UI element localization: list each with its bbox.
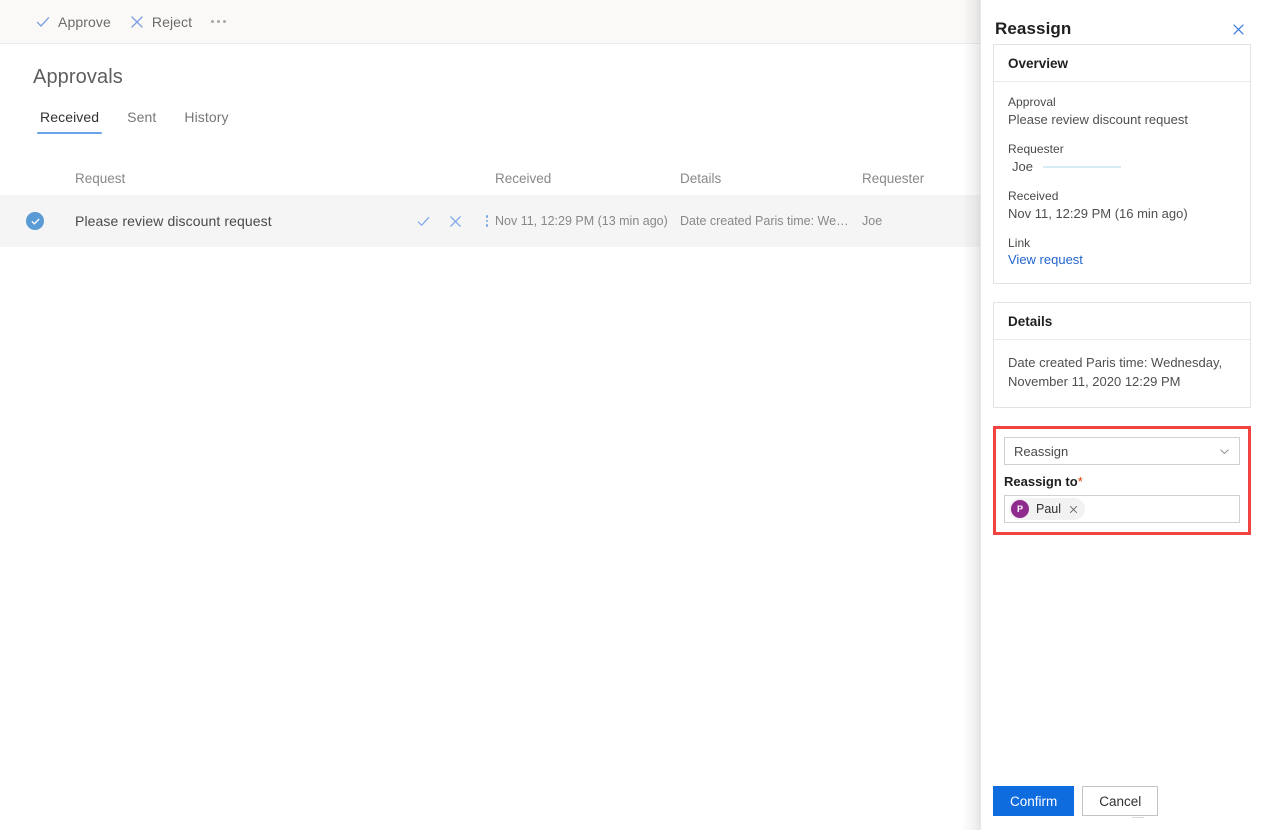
table-body: Please review discount request Nov 11, 1… bbox=[0, 195, 980, 247]
checkmark-icon bbox=[35, 14, 51, 30]
panel-header: Reassign bbox=[981, 0, 1263, 44]
requester-value: Joe bbox=[1012, 159, 1033, 174]
approvals-main-area: Approve Reject Approvals Received Sent H… bbox=[0, 0, 980, 830]
dot bbox=[485, 224, 489, 227]
table-row[interactable]: Please review discount request Nov 11, 1… bbox=[0, 195, 980, 247]
command-bar: Approve Reject bbox=[0, 0, 980, 44]
avatar: P bbox=[1011, 500, 1029, 518]
tab-sent[interactable]: Sent bbox=[113, 105, 170, 134]
requester-row: Joe bbox=[1008, 158, 1236, 175]
reassign-action-value: Reassign bbox=[1014, 443, 1069, 459]
reassign-to-text: Reassign to bbox=[1004, 474, 1078, 489]
panel-body: Overview Approval Please review discount… bbox=[981, 44, 1263, 786]
reassign-action-dropdown[interactable]: Reassign bbox=[1004, 437, 1240, 465]
row-details-text: Date created Paris time: Wednesday,... bbox=[680, 214, 862, 228]
reassign-people-picker[interactable]: P Paul bbox=[1004, 495, 1240, 523]
reject-button[interactable]: Reject bbox=[120, 6, 201, 38]
panel-title: Reassign bbox=[995, 19, 1072, 38]
reassign-highlight-box: Reassign Reassign to* P Paul bbox=[993, 426, 1251, 535]
approve-label: Approve bbox=[58, 13, 111, 30]
required-asterisk: * bbox=[1077, 474, 1083, 489]
tab-history[interactable]: History bbox=[170, 105, 242, 134]
dot bbox=[210, 20, 214, 23]
table-header-row: Request Received Details Requester bbox=[0, 161, 980, 195]
dot bbox=[485, 215, 489, 218]
row-select-checkbox[interactable] bbox=[26, 212, 75, 230]
reassign-to-label: Reassign to* bbox=[1004, 474, 1240, 489]
close-icon[interactable] bbox=[1227, 18, 1249, 40]
column-header-received: Received bbox=[495, 170, 552, 186]
field-requester: Requester Joe bbox=[1008, 142, 1236, 175]
row-received-time: Nov 11, 12:29 PM (13 min ago) bbox=[495, 214, 668, 228]
dot bbox=[485, 219, 489, 223]
row-requester-name: Joe bbox=[862, 214, 883, 228]
page-title: Approvals bbox=[33, 66, 123, 88]
field-approval: Approval Please review discount request bbox=[1008, 95, 1236, 128]
reassign-panel: Reassign Overview Approval Please review… bbox=[980, 0, 1263, 830]
row-inline-actions bbox=[415, 213, 495, 229]
link-label: Link bbox=[1008, 236, 1031, 250]
approval-label: Approval bbox=[1008, 95, 1056, 109]
approvals-table: Request Received Details Requester Pleas… bbox=[0, 161, 980, 247]
view-request-link[interactable]: View request bbox=[1008, 252, 1236, 267]
row-approve-icon[interactable] bbox=[415, 213, 431, 229]
remove-person-icon[interactable] bbox=[1068, 504, 1079, 515]
details-text: Date created Paris time: Wednesday, Nove… bbox=[1008, 355, 1223, 389]
overview-card-body: Approval Please review discount request … bbox=[994, 82, 1250, 283]
overview-heading: Overview bbox=[994, 45, 1250, 82]
person-chip: P Paul bbox=[1009, 498, 1086, 520]
row-request-title: Please review discount request bbox=[75, 213, 272, 229]
panel-footer: Confirm Cancel bbox=[981, 786, 1263, 830]
row-reject-icon[interactable] bbox=[447, 213, 463, 229]
redacted-email-bar bbox=[1042, 165, 1121, 168]
approval-value: Please review discount request bbox=[1008, 112, 1188, 127]
confirm-button[interactable]: Confirm bbox=[993, 786, 1075, 816]
person-name: Paul bbox=[1036, 502, 1062, 516]
ellipsis-vertical-icon[interactable] bbox=[479, 213, 495, 229]
approve-button[interactable]: Approve bbox=[26, 6, 120, 38]
footer-divider bbox=[1132, 817, 1144, 818]
dot bbox=[216, 20, 220, 23]
tab-list: Received Sent History bbox=[0, 105, 980, 134]
cancel-button[interactable]: Cancel bbox=[1082, 786, 1159, 816]
column-header-details: Details bbox=[680, 170, 722, 186]
details-card: Details Date created Paris time: Wednesd… bbox=[993, 302, 1251, 408]
dot bbox=[222, 20, 226, 23]
chevron-down-icon bbox=[1218, 445, 1231, 458]
details-card-body: Date created Paris time: Wednesday, Nove… bbox=[994, 340, 1250, 407]
overview-card: Overview Approval Please review discount… bbox=[993, 44, 1251, 284]
reject-label: Reject bbox=[151, 13, 193, 30]
requester-label: Requester bbox=[1008, 142, 1064, 156]
checkbox-checked-icon bbox=[26, 212, 44, 230]
received-value: Nov 11, 12:29 PM (16 min ago) bbox=[1008, 206, 1188, 221]
ellipsis-horizontal-icon[interactable] bbox=[203, 6, 233, 38]
column-header-requester: Requester bbox=[862, 170, 925, 186]
close-x-icon bbox=[129, 14, 145, 30]
field-received: Received Nov 11, 12:29 PM (16 min ago) bbox=[1008, 189, 1236, 222]
received-label: Received bbox=[1008, 189, 1059, 203]
details-heading: Details bbox=[994, 303, 1250, 340]
column-header-request: Request bbox=[75, 170, 126, 186]
field-link: Link View request bbox=[1008, 236, 1236, 267]
tab-received[interactable]: Received bbox=[26, 105, 113, 134]
